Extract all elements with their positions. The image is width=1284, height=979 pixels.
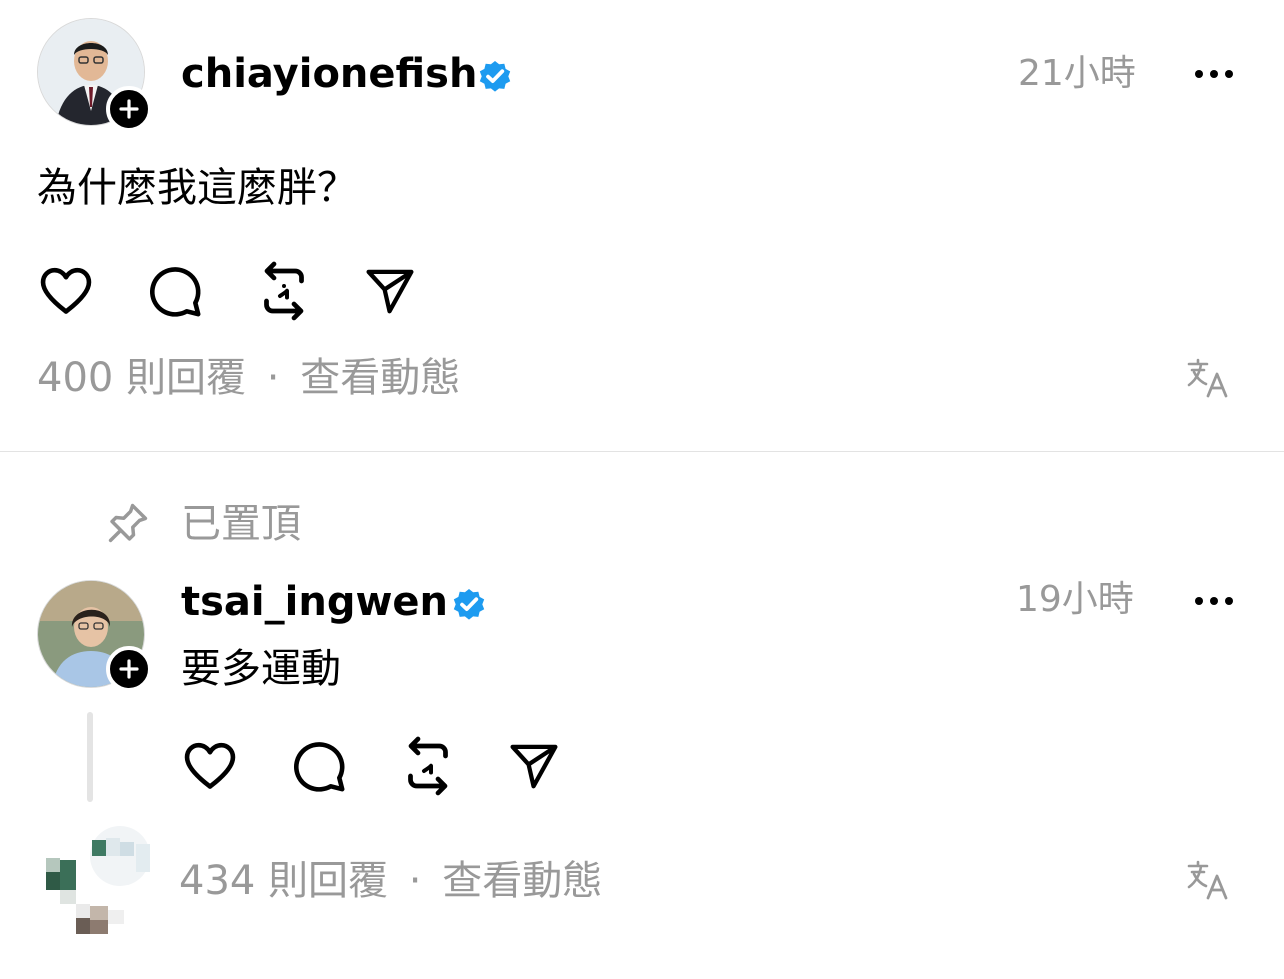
verified-badge-icon <box>479 60 511 92</box>
more-icon <box>1195 597 1203 605</box>
separator-dot: · <box>266 355 280 401</box>
reply-view-activity-link[interactable]: 查看動態 <box>442 858 602 904</box>
post-timestamp: 21小時 <box>1018 53 1136 94</box>
plus-icon <box>119 659 139 679</box>
more-icon-dot <box>1225 70 1233 78</box>
follow-plus-button[interactable] <box>106 86 152 132</box>
replier-avatars[interactable] <box>30 820 160 940</box>
plus-icon <box>119 99 139 119</box>
reply-username[interactable]: tsai_ingwen <box>181 578 448 626</box>
more-icon-dot <box>1210 597 1218 605</box>
post-view-activity-link[interactable]: 查看動態 <box>300 355 460 401</box>
more-options-button[interactable] <box>1195 70 1233 78</box>
reply-reply-count[interactable]: 434 則回覆 <box>179 858 388 904</box>
follow-plus-button[interactable] <box>106 646 152 692</box>
translate-icon[interactable] <box>1186 358 1230 398</box>
post-divider <box>0 451 1284 452</box>
reply-more-options-button[interactable] <box>1195 597 1233 605</box>
thread-line <box>87 712 93 802</box>
share-icon[interactable] <box>362 264 418 318</box>
post-replies-summary[interactable]: 400 則回覆 · 查看動態 <box>37 354 460 402</box>
pinned-label: 已置頂 <box>181 501 301 547</box>
more-icon <box>1195 70 1203 78</box>
pixelated-avatars-image <box>46 826 150 934</box>
separator-dot: · <box>408 858 422 904</box>
verified-badge-icon <box>453 588 485 620</box>
comment-icon[interactable] <box>289 737 349 795</box>
heart-icon[interactable] <box>180 737 240 795</box>
reply-text: 要多運動 <box>181 646 341 692</box>
reply-timestamp: 19小時 <box>1016 579 1134 620</box>
translate-icon[interactable] <box>1186 860 1230 900</box>
reply-replies-summary[interactable]: 434 則回覆 · 查看動態 <box>179 857 602 905</box>
share-icon[interactable] <box>506 739 562 793</box>
post-reply-count[interactable]: 400 則回覆 <box>37 355 246 401</box>
repost-icon[interactable] <box>398 735 458 797</box>
post-text: 為什麼我這麼胖？ <box>37 165 357 211</box>
more-icon-dot <box>1210 70 1218 78</box>
post-username[interactable]: chiayionefish <box>181 50 477 98</box>
repost-icon[interactable] <box>254 260 314 322</box>
pin-icon <box>108 503 148 543</box>
comment-icon[interactable] <box>145 262 205 320</box>
more-icon-dot <box>1225 597 1233 605</box>
heart-icon[interactable] <box>36 262 96 320</box>
